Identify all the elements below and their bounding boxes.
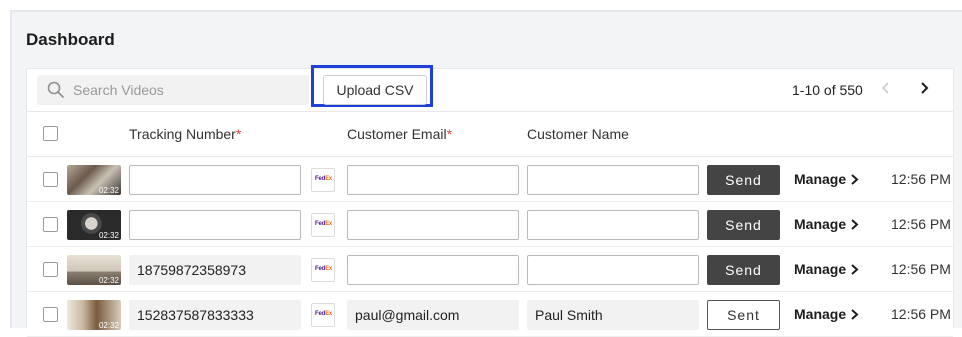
row-checkbox[interactable] xyxy=(43,172,58,187)
tracking-number-input[interactable] xyxy=(129,300,301,330)
customer-name-input[interactable] xyxy=(527,210,699,240)
header-tracking-number: Tracking Number* xyxy=(129,126,242,142)
table-toolbar: Upload CSV 1-10 of 550 xyxy=(27,65,953,112)
chevron-right-icon xyxy=(851,309,859,320)
fedex-logo-icon[interactable]: FedEx xyxy=(311,258,335,282)
row-checkbox[interactable] xyxy=(43,307,58,322)
table-row: 02:32 FedEx Send Manage 12:56 PM xyxy=(27,202,953,247)
fedex-logo-icon[interactable]: FedEx xyxy=(311,213,335,237)
manage-link[interactable]: Manage xyxy=(794,261,859,277)
videos-table-card: Upload CSV 1-10 of 550 Tracking Number* … xyxy=(26,65,954,337)
search-box[interactable] xyxy=(37,75,309,105)
customer-name-input[interactable] xyxy=(527,255,699,285)
header-customer-email: Customer Email* xyxy=(347,126,453,142)
chevron-right-icon xyxy=(851,174,859,185)
fedex-logo-icon[interactable]: FedEx xyxy=(311,303,335,327)
video-thumbnail[interactable]: 02:32 xyxy=(67,165,121,195)
select-all-checkbox[interactable] xyxy=(43,126,58,141)
video-thumbnail[interactable]: 02:32 xyxy=(67,255,121,285)
upload-csv-button[interactable]: Upload CSV xyxy=(323,75,427,105)
customer-email-input[interactable] xyxy=(347,300,519,330)
customer-email-input[interactable] xyxy=(347,165,519,195)
chevron-right-icon[interactable] xyxy=(917,81,931,100)
send-button[interactable]: Send xyxy=(707,210,780,240)
customer-name-input[interactable] xyxy=(527,165,699,195)
video-thumbnail[interactable]: 02:32 xyxy=(67,210,121,240)
send-button[interactable]: Send xyxy=(707,165,780,195)
row-timestamp: 12:56 PM xyxy=(891,216,951,232)
row-timestamp: 12:56 PM xyxy=(891,261,951,277)
chevron-right-icon xyxy=(851,219,859,230)
chevron-right-icon xyxy=(851,264,859,275)
manage-link[interactable]: Manage xyxy=(794,306,859,322)
page-title: Dashboard xyxy=(26,30,115,49)
sent-button[interactable]: Sent xyxy=(707,300,780,330)
table-row: 02:32 FedEx Send Manage 12:56 PM xyxy=(27,157,953,202)
row-checkbox[interactable] xyxy=(43,217,58,232)
send-button[interactable]: Send xyxy=(707,255,780,285)
tracking-number-input[interactable] xyxy=(129,165,301,195)
table-header: Tracking Number* Customer Email* Custome… xyxy=(27,112,953,157)
tracking-number-input[interactable] xyxy=(129,210,301,240)
header-customer-name: Customer Name xyxy=(527,126,629,142)
manage-link[interactable]: Manage xyxy=(794,216,859,232)
row-checkbox[interactable] xyxy=(43,262,58,277)
customer-email-input[interactable] xyxy=(347,255,519,285)
chevron-left-icon[interactable] xyxy=(879,81,893,100)
search-icon xyxy=(47,81,65,104)
fedex-logo-icon[interactable]: FedEx xyxy=(311,168,335,192)
customer-name-input[interactable] xyxy=(527,300,699,330)
table-row: 02:32 FedEx Send Manage 12:56 PM xyxy=(27,247,953,292)
video-thumbnail[interactable]: 02:32 xyxy=(67,300,121,330)
tracking-number-input[interactable] xyxy=(129,255,301,285)
row-timestamp: 12:56 PM xyxy=(891,306,951,322)
pagination-label: 1-10 of 550 xyxy=(792,82,863,98)
dashboard-frame: Dashboard Upload CSV 1-10 of 550 Tracki xyxy=(10,10,962,337)
row-timestamp: 12:56 PM xyxy=(891,171,951,187)
table-row: 02:32 FedEx Sent Manage 12:56 PM xyxy=(27,292,953,337)
manage-link[interactable]: Manage xyxy=(794,171,859,187)
search-input[interactable] xyxy=(73,75,299,105)
customer-email-input[interactable] xyxy=(347,210,519,240)
